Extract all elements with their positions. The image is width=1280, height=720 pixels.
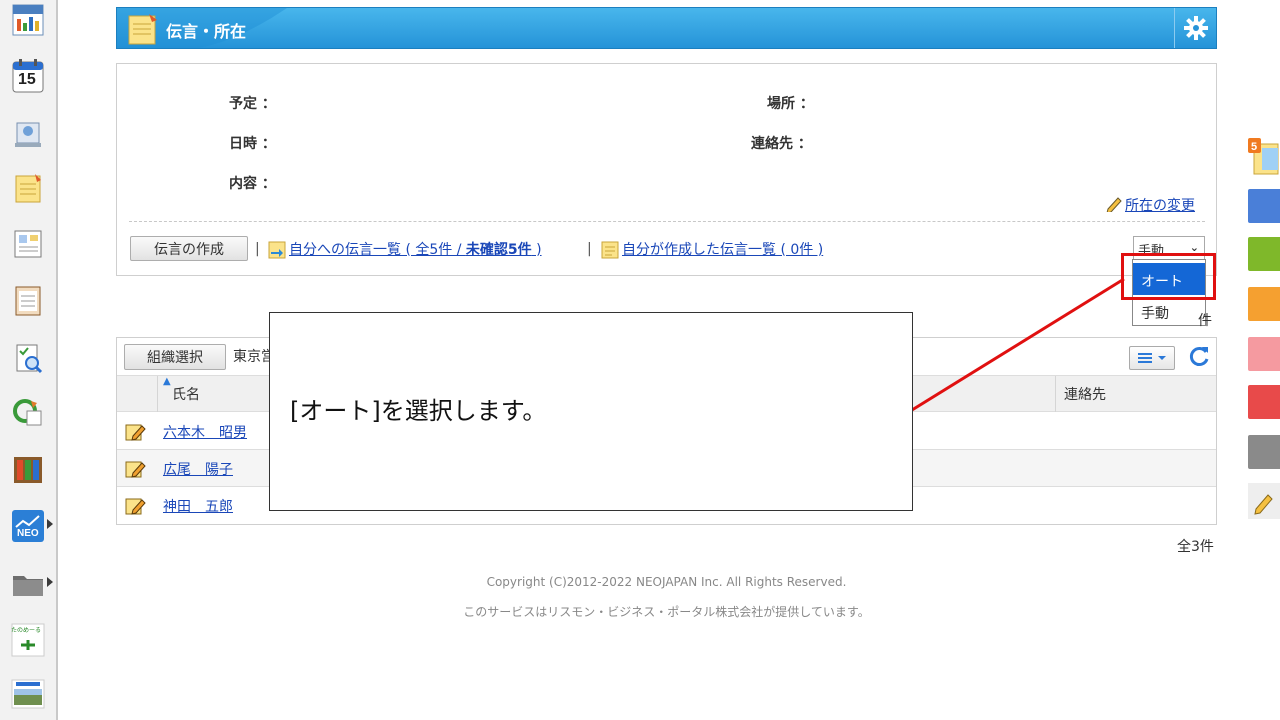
column-divider — [157, 376, 158, 412]
svg-text:5: 5 — [1251, 141, 1257, 153]
unconfirmed-count: 未確認5件 — [465, 242, 532, 258]
provider-text: このサービスはリスモン・ビジネス・ポータル株式会社が提供しています。 — [463, 605, 870, 619]
column-divider — [1055, 376, 1056, 412]
datetime-label: 日時 ： — [229, 136, 276, 152]
calendar-day: 15 — [18, 71, 36, 88]
app-sidebar: 15 NEO たのめーる — [0, 0, 58, 720]
color-tab-pink[interactable] — [1248, 337, 1280, 371]
separator: | — [255, 241, 260, 257]
neo-label: NEO — [17, 528, 39, 539]
page-title: 伝言・所在 — [166, 22, 247, 41]
list-menu-icon — [1138, 353, 1166, 363]
pencil-icon[interactable] — [1248, 483, 1280, 519]
column-name[interactable]: 氏名 — [172, 384, 200, 404]
sort-ascending-icon[interactable]: ▲ — [163, 376, 171, 387]
copyright-text: Copyright (C)2012-2022 NEOJAPAN Inc. All… — [486, 575, 847, 589]
messages-to-me-link[interactable]: 自分への伝言一覧 ( 全5件 / 未確認5件 ) — [289, 239, 542, 259]
color-tab-green[interactable] — [1248, 237, 1280, 271]
messages-to-me-prefix: 自分への伝言一覧 ( 全5件 / — [289, 242, 466, 258]
org-select-button[interactable]: 組織選択 — [124, 344, 226, 370]
cabinet-icon[interactable] — [10, 452, 46, 488]
column-contact: 連絡先 — [1064, 387, 1106, 403]
instruction-callout: [オート]を選択します。 — [269, 312, 913, 511]
person-link[interactable]: 神田 五郎 — [163, 496, 233, 516]
tanomiru-icon[interactable]: たのめーる — [10, 622, 46, 658]
view-menu-button[interactable] — [1129, 346, 1175, 370]
section-header: 伝言・所在 — [116, 7, 1217, 49]
folder-icon[interactable] — [10, 566, 46, 602]
total-count: 全3件 — [1177, 539, 1214, 555]
callout-text: [オート]を選択します。 — [290, 397, 547, 425]
sent-message-icon — [600, 240, 620, 264]
clipboard-icon[interactable] — [10, 282, 46, 318]
edit-message-icon[interactable] — [125, 422, 147, 446]
status-info-panel: 予定 ： 日時 ： 内容 ： 場所 ： 連絡先 ： 所在の変更 伝言の作成 | … — [116, 63, 1217, 276]
banner-icon[interactable] — [10, 676, 46, 712]
refresh-button[interactable] — [1187, 344, 1213, 370]
inbox-message-icon — [267, 240, 287, 264]
color-tab-blue[interactable] — [1248, 189, 1280, 223]
color-tab-red[interactable] — [1248, 385, 1280, 419]
person-link[interactable]: 広尾 陽子 — [163, 459, 233, 479]
message-memo-icon[interactable] — [10, 170, 46, 206]
neo-icon[interactable]: NEO — [10, 508, 46, 544]
messages-by-me-link[interactable]: 自分が作成した伝言一覧 ( 0件 ) — [622, 239, 823, 259]
content-label: 内容 ： — [229, 176, 276, 192]
color-tab-gray[interactable] — [1248, 435, 1280, 469]
refresh-icon — [1189, 347, 1209, 366]
memo-icon — [127, 12, 159, 48]
edit-message-icon[interactable] — [125, 496, 147, 520]
bulletin-icon[interactable] — [10, 226, 46, 262]
calendar-icon[interactable]: 15 — [10, 58, 46, 94]
search-document-icon[interactable] — [10, 340, 46, 376]
expand-arrow-icon[interactable] — [47, 519, 53, 529]
pencil-icon — [1105, 194, 1123, 216]
workflow-icon[interactable] — [10, 394, 46, 430]
divider — [129, 221, 1205, 222]
contact-label: 連絡先 ： — [751, 136, 812, 152]
create-message-button[interactable]: 伝言の作成 — [130, 236, 248, 261]
notification-memo-icon[interactable]: 5 — [1248, 138, 1280, 182]
facility-icon[interactable] — [10, 116, 46, 152]
tanomiru-label: たのめーる — [11, 627, 42, 634]
place-label: 場所 ： — [767, 96, 814, 112]
expand-arrow-icon[interactable] — [47, 577, 53, 587]
messages-to-me-suffix: ) — [531, 242, 542, 258]
gear-icon — [1183, 16, 1208, 40]
highlight-box — [1121, 253, 1216, 300]
change-location-link[interactable]: 所在の変更 — [1125, 195, 1195, 215]
separator: | — [587, 241, 592, 257]
settings-button[interactable] — [1174, 8, 1216, 48]
color-tab-orange[interactable] — [1248, 287, 1280, 321]
person-link[interactable]: 六本木 昭男 — [163, 422, 247, 442]
count-label-top: 件 — [1198, 313, 1212, 329]
edit-message-icon[interactable] — [125, 459, 147, 483]
schedule-label: 予定 ： — [229, 96, 276, 112]
portal-icon[interactable] — [10, 2, 46, 38]
